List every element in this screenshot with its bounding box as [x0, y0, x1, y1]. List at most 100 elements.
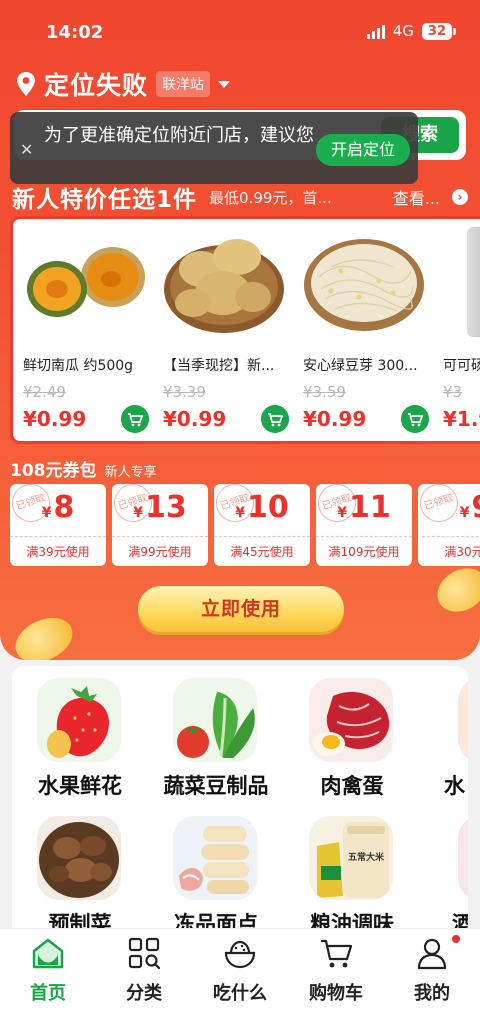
- category-grain-oil[interactable]: 五常大米 粮油调味: [284, 804, 420, 936]
- tab-category[interactable]: 分类: [96, 929, 192, 1018]
- category-grid: 水果鲜花 蔬菜豆制品 肉禽蛋 水 预制菜 冻品面点 五常大米 粮油调味 酒: [12, 666, 468, 936]
- coupon-header: 108元券包 新人专享: [10, 456, 157, 481]
- close-icon[interactable]: ✕: [20, 140, 33, 159]
- category-meat[interactable]: 肉禽蛋: [284, 666, 420, 798]
- add-to-cart-icon[interactable]: [261, 405, 289, 433]
- product-price: ¥0.99: [163, 407, 227, 431]
- rice-bag-label: 五常大米: [348, 851, 385, 863]
- coupon-card[interactable]: 已领取 ¥13 满99元使用: [112, 484, 208, 566]
- chevron-down-icon: [218, 80, 231, 88]
- battery-icon: 32: [421, 22, 457, 40]
- dumplings-image: [173, 816, 257, 900]
- location-selector[interactable]: 定位失败 联洋站: [16, 66, 231, 102]
- coupon-card[interactable]: 已领取 ¥10 满45元使用: [214, 484, 310, 566]
- potato-image: [164, 239, 284, 333]
- product-original-price: ¥3.59: [303, 383, 346, 401]
- coupon-card[interactable]: 已领取 ¥9 满30元使: [418, 484, 480, 566]
- status-bar: 14:02 4G 32: [0, 0, 480, 62]
- enable-location-button[interactable]: 开启定位: [316, 134, 410, 166]
- coin-decoration: [429, 559, 480, 621]
- product-name: 鲜切南瓜 约500g: [23, 358, 134, 374]
- packaged-item-image: [467, 227, 480, 337]
- coupon-condition: 满30元使: [422, 536, 480, 566]
- wine-image: [458, 816, 468, 900]
- coin-decoration: [8, 609, 80, 660]
- coupon-amount: ¥13: [133, 490, 187, 525]
- coupon-subtitle: 新人专享: [104, 465, 157, 480]
- product-price: ¥0.99: [23, 407, 87, 431]
- cart-icon: [321, 939, 353, 968]
- product-card[interactable]: 【当季现挖】新... ¥3.39 ¥0.99: [157, 219, 297, 441]
- coupon-condition: 满39元使用: [10, 536, 106, 566]
- product-name: 可可砀: [443, 358, 480, 374]
- tab-what-to-eat[interactable]: 吃什么: [192, 929, 288, 1018]
- coupon-card[interactable]: 已领取 ¥11 满109元使用: [316, 484, 412, 566]
- coupon-card[interactable]: 已领取 ¥8 满39元使用: [10, 484, 106, 566]
- network-label: 4G: [392, 22, 414, 40]
- coupon-amount: ¥10: [235, 490, 289, 525]
- chevron-right-icon[interactable]: ›: [452, 189, 468, 205]
- promo-header: 新人特价任选1件 最低0.99元，首... 查看... ›: [12, 182, 472, 213]
- toast-message: 为了更准确定位附近门店，建议您: [44, 125, 314, 146]
- product-card[interactable]: 可可砀 ¥3 ¥1.9: [437, 219, 480, 441]
- category-prepared-food[interactable]: 预制菜: [12, 804, 148, 936]
- promo-more-link[interactable]: 查看...: [393, 185, 440, 209]
- product-name: 安心绿豆芽 300...: [303, 358, 418, 374]
- add-to-cart-icon[interactable]: [401, 405, 429, 433]
- tab-label: 首页: [30, 983, 66, 1004]
- category-alcohol[interactable]: 酒: [420, 804, 468, 934]
- stew-image: [37, 816, 121, 900]
- promo-title: 新人特价任选1件: [12, 187, 198, 213]
- strawberry-image: [37, 678, 121, 762]
- grid-search-icon: [128, 937, 161, 970]
- signal-icon: [366, 23, 385, 39]
- tab-label: 吃什么: [213, 983, 267, 1004]
- add-to-cart-icon[interactable]: [121, 405, 149, 433]
- coupon-condition: 满99元使用: [112, 536, 208, 566]
- coupon-amount: ¥11: [337, 490, 391, 525]
- category-label: 水果鲜花: [38, 774, 122, 798]
- bean-sprouts-image: [304, 239, 424, 331]
- category-label: 肉禽蛋: [320, 774, 384, 798]
- notification-dot: [452, 935, 460, 943]
- use-coupons-button[interactable]: 立即使用: [138, 586, 344, 632]
- home-icon: [32, 938, 64, 969]
- tab-label: 我的: [414, 983, 450, 1004]
- product-original-price: ¥3: [443, 383, 463, 401]
- category-vegetables[interactable]: 蔬菜豆制品: [148, 666, 284, 798]
- status-indicators: 4G 32: [366, 22, 457, 40]
- coupon-amount: ¥8: [41, 490, 75, 525]
- user-icon: [417, 938, 447, 970]
- tab-mine[interactable]: 我的: [384, 929, 480, 1018]
- seafood-image: [458, 678, 468, 762]
- location-toast: ✕ 为了更准确定位附近门店，建议您 开启定位: [10, 112, 418, 184]
- product-card[interactable]: 安心绿豆芽 300... ¥3.59 ¥0.99: [297, 219, 437, 441]
- bowl-icon: [224, 940, 256, 969]
- status-time: 14:02: [46, 22, 104, 43]
- product-list: 鲜切南瓜 约500g ¥2.49 ¥0.99 【当季现挖】新... ¥3.39: [10, 216, 480, 444]
- tab-home[interactable]: 首页: [0, 929, 96, 1018]
- tab-label: 购物车: [309, 983, 363, 1004]
- location-pin-icon: [17, 72, 35, 96]
- tab-bar: 首页 分类 吃什么 购物车 我的: [0, 928, 480, 1018]
- product-card[interactable]: 鲜切南瓜 约500g ¥2.49 ¥0.99: [17, 219, 157, 441]
- category-label: 蔬菜豆制品: [163, 774, 269, 798]
- pumpkin-image: [27, 247, 145, 317]
- category-seafood[interactable]: 水: [420, 666, 468, 796]
- rice-oil-image: 五常大米: [309, 816, 393, 900]
- coupon-title: 108元券包: [10, 461, 97, 481]
- location-status: 定位失败: [44, 71, 149, 100]
- product-original-price: ¥2.49: [23, 383, 66, 401]
- product-price: ¥0.99: [303, 407, 367, 431]
- product-name: 【当季现挖】新...: [163, 358, 275, 374]
- category-fruits[interactable]: 水果鲜花: [12, 666, 148, 798]
- category-label: 水: [444, 774, 465, 796]
- coupon-condition: 满109元使用: [316, 536, 412, 566]
- tab-cart[interactable]: 购物车: [288, 929, 384, 1018]
- coupon-condition: 满45元使用: [214, 536, 310, 566]
- greens-image: [173, 678, 257, 762]
- promo-subtitle: 最低0.99元，首...: [209, 188, 332, 207]
- station-badge: 联洋站: [156, 71, 211, 97]
- tab-label: 分类: [126, 983, 162, 1004]
- category-frozen-food[interactable]: 冻品面点: [148, 804, 284, 936]
